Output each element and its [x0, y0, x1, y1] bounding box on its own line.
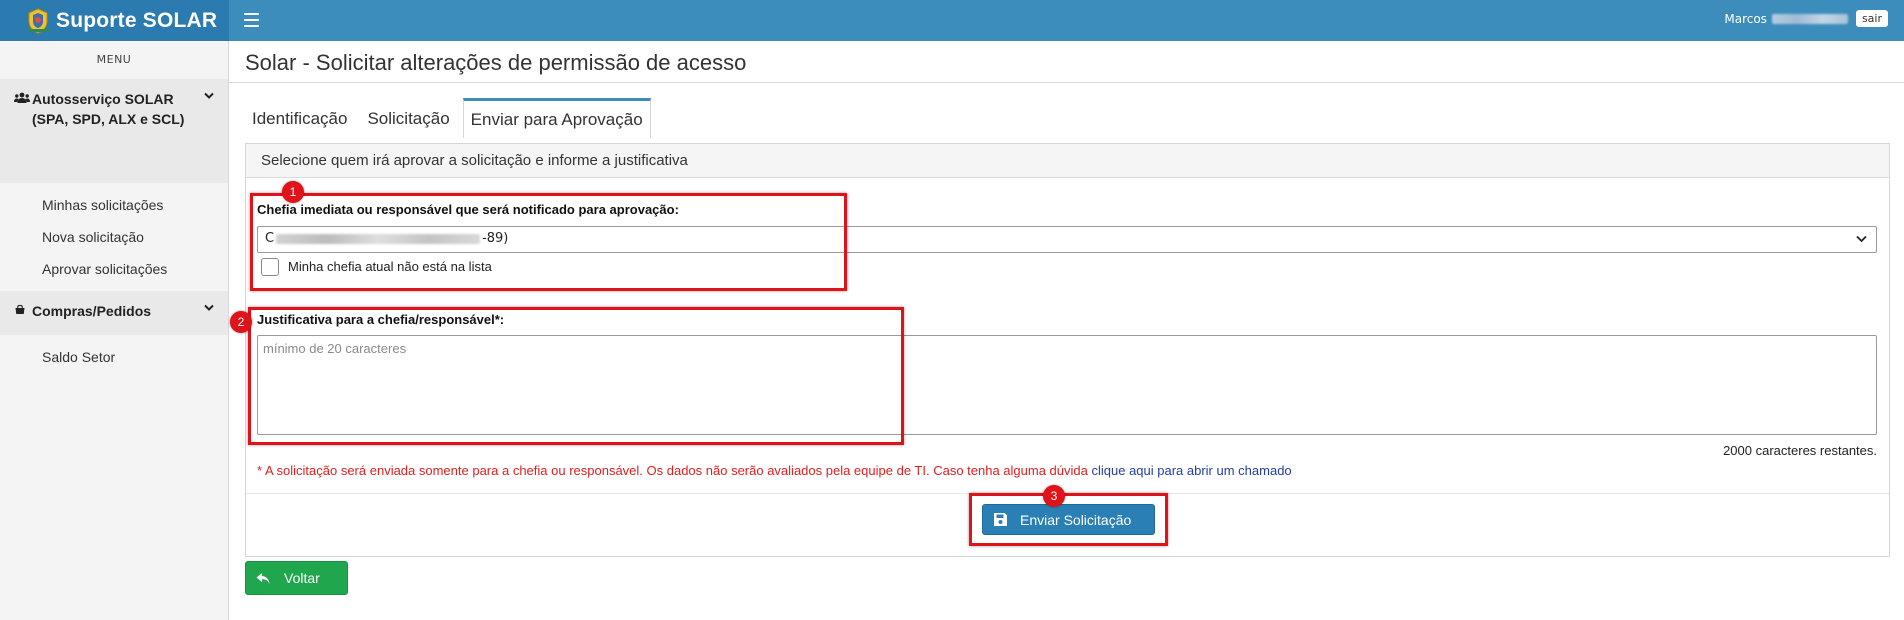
sidebar-subitems-compras: Saldo Setor	[0, 335, 228, 379]
chars-remaining: 2000 caracteres restantes.	[1723, 443, 1877, 458]
chevron-down-icon	[204, 304, 214, 311]
tab-solicitacao[interactable]: Solicitação	[360, 98, 456, 138]
form-tabs: Identificação Solicitação Enviar para Ap…	[245, 98, 657, 138]
justification-label: Justificativa para a chefia/responsável*…	[257, 312, 505, 327]
supervisor-label: Chefia imediata ou responsável que será …	[257, 202, 679, 217]
sidebar-item-minhas-solicitacoes[interactable]: Minhas solicitações	[0, 189, 228, 221]
top-navbar: Marcos sair	[229, 0, 1904, 41]
users-icon	[14, 92, 30, 103]
annotation-badge-3: 3	[1043, 485, 1065, 507]
sidebar-menu-header: MENU	[96, 53, 132, 66]
sidebar-item-saldo-setor[interactable]: Saldo Setor	[0, 341, 228, 373]
sidebar-item-nova-solicitacao[interactable]: Nova solicitação	[0, 221, 228, 253]
brand-name: Suporte SOLAR	[56, 8, 218, 32]
sidebar-group-autosservico[interactable]: Autosserviço SOLAR (SPA, SPD, ALX e SCL)	[0, 79, 228, 183]
supervisor-value-prefix: C	[265, 231, 275, 246]
justification-textarea[interactable]	[257, 335, 1877, 435]
annotation-badge-2: 2	[230, 311, 252, 333]
user-surname-redacted	[1771, 13, 1848, 24]
brand[interactable]: Suporte SOLAR	[0, 0, 229, 41]
save-icon	[994, 513, 1007, 526]
tab-identificacao[interactable]: Identificação	[245, 98, 354, 138]
annotation-badge-1: 1	[282, 181, 304, 203]
page-title: Solar - Solicitar alterações de permissã…	[245, 50, 747, 75]
send-request-button[interactable]: Enviar Solicitação	[982, 504, 1155, 535]
send-request-label: Enviar Solicitação	[1020, 511, 1132, 528]
title-divider	[229, 82, 1904, 83]
chevron-down-icon	[1856, 235, 1867, 243]
user-area: Marcos sair	[1724, 10, 1888, 27]
not-in-list-checkbox[interactable]	[261, 258, 279, 276]
user-name: Marcos	[1724, 11, 1767, 26]
notice-text: * A solicitação será enviada somente par…	[257, 463, 1292, 478]
sidebar: MENU Autosserviço SOLAR (SPA, SPD, ALX e…	[0, 41, 229, 620]
approval-panel: Selecione quem irá aprovar a solicitação…	[245, 143, 1890, 557]
back-label: Voltar	[284, 570, 320, 586]
sidebar-group-compras[interactable]: Compras/Pedidos	[0, 291, 228, 335]
supervisor-value-suffix: -89)	[482, 231, 509, 246]
sidebar-group-label: Autosserviço SOLAR (SPA, SPD, ALX e SCL)	[32, 91, 185, 127]
sidebar-group-label: Compras/Pedidos	[32, 303, 152, 319]
panel-title: Selecione quem irá aprovar a solicitação…	[246, 144, 1889, 178]
shopping-bag-icon	[15, 304, 25, 314]
reply-arrow-icon	[256, 572, 270, 584]
back-button[interactable]: Voltar	[245, 561, 348, 595]
chevron-down-icon	[204, 92, 214, 99]
open-ticket-link[interactable]: clique aqui para abrir um chamado	[1091, 463, 1291, 478]
supervisor-select-value: C -89)	[265, 231, 508, 246]
notice-message: * A solicitação será enviada somente par…	[257, 463, 1092, 478]
form-divider	[246, 493, 1889, 494]
sidebar-subitems-autosservico: Minhas solicitações Nova solicitação Apr…	[0, 183, 228, 291]
tab-enviar-para-aprovacao[interactable]: Enviar para Aprovação	[462, 98, 651, 138]
sidebar-item-aprovar-solicitacoes[interactable]: Aprovar solicitações	[0, 253, 228, 285]
brand-logo-icon	[26, 7, 50, 35]
supervisor-name-redacted	[276, 233, 481, 244]
logout-button[interactable]: sair	[1855, 10, 1888, 27]
supervisor-select[interactable]: C -89)	[257, 226, 1877, 253]
menu-toggle-icon[interactable]	[244, 13, 259, 27]
not-in-list-label: Minha chefia atual não está na lista	[288, 259, 492, 274]
